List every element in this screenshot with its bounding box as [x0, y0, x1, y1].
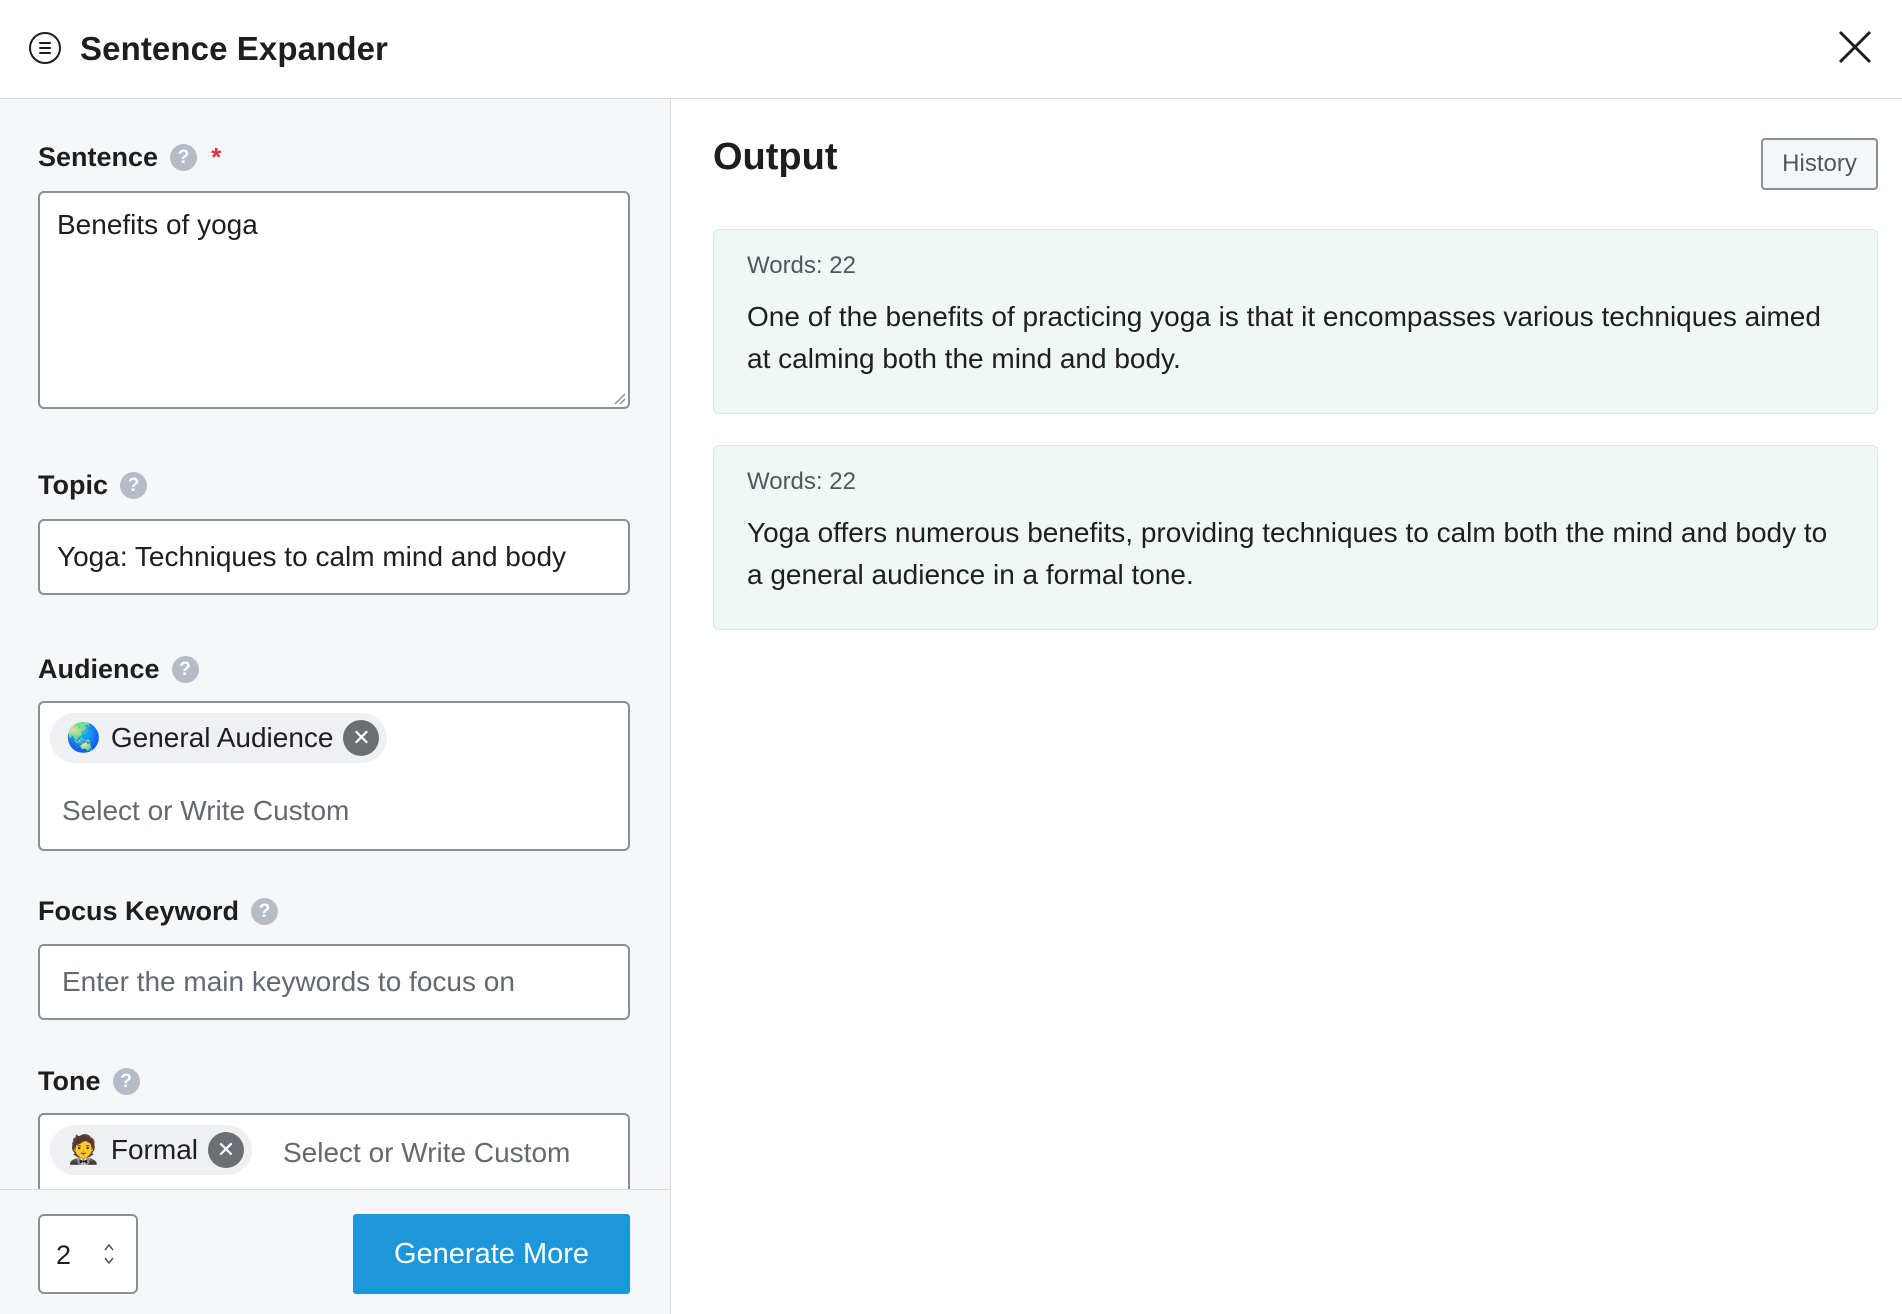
- focus-keyword-label-text: Focus Keyword: [38, 896, 240, 926]
- input-panel: Sentence ? * Benefits of yoga Topic ? Au…: [0, 99, 671, 1314]
- up-down-chevron-icon[interactable]: [102, 1240, 116, 1268]
- menu-icon[interactable]: [29, 32, 61, 64]
- audience-placeholder[interactable]: Select or Write Custom: [62, 795, 349, 827]
- audience-label: Audience ?: [38, 654, 199, 685]
- focus-keyword-label: Focus Keyword ?: [38, 896, 279, 927]
- generate-more-button[interactable]: Generate More: [353, 1214, 630, 1294]
- history-button[interactable]: History: [1761, 138, 1878, 190]
- sentence-label-text: Sentence: [38, 142, 159, 172]
- help-icon[interactable]: ?: [251, 898, 279, 925]
- audience-select[interactable]: 🌏 General Audience ✕ Select or Write Cus…: [38, 701, 630, 851]
- result-card[interactable]: Words: 22 Yoga offers numerous benefits,…: [713, 445, 1878, 630]
- required-marker: *: [211, 142, 222, 172]
- person-in-tuxedo-icon: 🤵: [66, 1134, 101, 1165]
- word-count: Words: 22: [747, 252, 856, 279]
- audience-chip: 🌏 General Audience ✕: [50, 713, 388, 763]
- result-text: Yoga offers numerous benefits, providing…: [747, 517, 1828, 590]
- help-icon[interactable]: ?: [112, 1068, 140, 1095]
- result-card[interactable]: Words: 22 One of the benefits of practic…: [713, 229, 1878, 414]
- help-icon[interactable]: ?: [171, 656, 199, 683]
- tone-chip-label: Formal: [110, 1134, 198, 1165]
- topic-label-text: Topic: [38, 470, 108, 500]
- result-text: One of the benefits of practicing yoga i…: [747, 301, 1821, 374]
- output-title: Output: [713, 136, 838, 178]
- audience-label-text: Audience: [38, 654, 160, 684]
- tone-label-text: Tone: [38, 1066, 101, 1096]
- app-title: Sentence Expander: [80, 30, 388, 67]
- quantity-stepper[interactable]: 2: [38, 1214, 138, 1294]
- help-icon[interactable]: ?: [120, 472, 147, 499]
- close-icon[interactable]: [1836, 28, 1874, 66]
- remove-chip-icon[interactable]: ✕: [343, 720, 380, 756]
- remove-chip-icon[interactable]: ✕: [208, 1132, 244, 1168]
- word-count: Words: 22: [747, 468, 856, 495]
- topic-label: Topic ?: [38, 470, 147, 501]
- help-icon[interactable]: ?: [170, 144, 198, 171]
- globe-icon: 🌏: [66, 722, 101, 753]
- quantity-value: 2: [56, 1240, 72, 1270]
- tone-chip: 🤵 Formal ✕: [50, 1125, 252, 1175]
- audience-chip-label: General Audience: [110, 722, 334, 753]
- form-footer: 2 Generate More: [0, 1189, 670, 1314]
- tone-label: Tone ?: [38, 1066, 140, 1097]
- sentence-label: Sentence ? *: [38, 142, 221, 173]
- topic-input[interactable]: [38, 519, 630, 595]
- sentence-textarea[interactable]: Benefits of yoga: [38, 191, 630, 409]
- focus-keyword-input[interactable]: [38, 944, 630, 1020]
- output-panel: Output History Words: 22 One of the bene…: [671, 99, 1902, 1314]
- tone-placeholder[interactable]: Select or Write Custom: [283, 1137, 570, 1169]
- app-header: Sentence Expander: [0, 0, 1902, 99]
